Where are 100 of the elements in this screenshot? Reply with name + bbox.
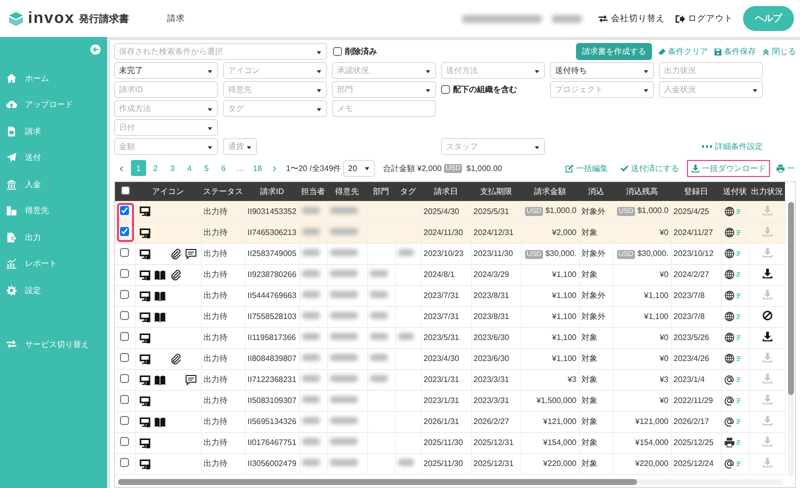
table-cell: 対象 — [579, 369, 613, 390]
monitor-icon — [139, 290, 152, 302]
table-cell: 2026/2/17 — [671, 411, 721, 432]
dropdown[interactable]: 承認状況 — [332, 62, 436, 79]
page-button[interactable]: 5 — [199, 160, 214, 176]
page-button[interactable]: 2 — [148, 160, 163, 176]
toolbar-link[interactable]: 一 — [772, 160, 796, 176]
monitor-icon — [139, 332, 152, 344]
sidebar-item[interactable]: 設定 — [0, 277, 107, 304]
header-link[interactable]: 会社切り替え — [598, 12, 665, 24]
sidebar-item[interactable]: 得意先 — [0, 198, 107, 224]
dropdown[interactable]: 未完了 — [114, 62, 218, 79]
caret-icon — [316, 48, 322, 54]
sidebar-item[interactable]: 請求 — [0, 118, 107, 144]
sidebar-item[interactable]: 送付 — [0, 144, 107, 171]
toolbar-link[interactable]: 送付済にする — [616, 160, 683, 176]
toolbar-link[interactable]: 一括編集 — [561, 160, 612, 176]
checkbox[interactable] — [333, 47, 342, 56]
sidebar-item[interactable]: レポート — [0, 250, 107, 277]
filter-link[interactable]: 条件保存 — [714, 46, 756, 57]
table-cell: ¥0 — [613, 390, 671, 411]
page-button[interactable]: 18 — [250, 160, 265, 176]
dropdown[interactable]: 作成方法 — [114, 100, 218, 117]
dropdown[interactable]: タグ — [223, 100, 327, 117]
table-cell: 2023/1/31 — [421, 390, 471, 411]
status-mark-icon — [736, 439, 740, 446]
sidebar-item[interactable]: ホーム — [0, 65, 107, 92]
dropdown[interactable]: 金額 — [114, 138, 218, 155]
table-cell: 対象 — [579, 411, 613, 432]
table-cell: 対象外 — [579, 306, 613, 327]
filter-link[interactable]: 閉じる — [762, 46, 796, 57]
sidebar-item[interactable]: サービス切り替え — [0, 332, 107, 358]
advanced-settings-link[interactable]: 詳細条件設定 — [702, 141, 763, 152]
row-checkbox[interactable] — [120, 416, 130, 425]
nav-link[interactable]: 請求 — [166, 12, 185, 24]
checkbox-label[interactable]: 配下の組織を含む — [453, 84, 517, 95]
paperclip-icon — [170, 268, 182, 280]
table-cell: 出力待 — [201, 453, 245, 474]
row-checkbox[interactable] — [120, 290, 130, 299]
next-page-button[interactable]: › — [267, 160, 282, 176]
previous-page-button[interactable]: ‹ — [114, 160, 129, 176]
help-button[interactable]: ヘルプ — [743, 6, 794, 31]
table-cell: 2023/3/31 — [471, 369, 521, 390]
sidebar-item[interactable]: アップロード — [0, 92, 107, 118]
table-cell: 出力待 — [201, 432, 245, 453]
status-mark-icon — [736, 376, 740, 383]
input-field[interactable]: 請求ID — [114, 81, 218, 98]
row-checkbox[interactable] — [120, 269, 130, 278]
table-cell: II2583749005 — [245, 243, 299, 264]
monitor-icon — [139, 226, 152, 238]
settings-icon — [6, 284, 17, 296]
row-checkbox[interactable] — [120, 248, 130, 257]
create-invoice-button[interactable]: 請求書を作成する — [576, 43, 652, 60]
row-checkbox[interactable] — [120, 206, 130, 215]
checkbox-label[interactable]: 削除済み — [345, 46, 377, 57]
table-cell: 2025/4/25 — [671, 201, 721, 222]
vertical-scrollbar[interactable] — [788, 202, 794, 477]
row-checkbox[interactable] — [120, 395, 130, 404]
filter-link[interactable]: 条件クリア — [658, 46, 708, 57]
checkbox[interactable] — [441, 85, 450, 94]
page-size-dropdown[interactable]: 20 — [343, 160, 376, 176]
page-button[interactable]: 3 — [165, 160, 180, 176]
header-link[interactable]: ログアウト — [675, 12, 733, 24]
page-button[interactable]: 6 — [216, 160, 231, 176]
page-button[interactable]: … — [233, 160, 248, 176]
status-mark-icon — [736, 418, 740, 425]
row-checkbox[interactable] — [120, 353, 130, 362]
row-checkbox[interactable] — [120, 458, 130, 467]
input-field[interactable]: メモ — [332, 100, 436, 117]
logo-text: invox — [28, 10, 75, 28]
sidebar-item[interactable]: 入金 — [0, 171, 107, 198]
sidebar-item[interactable]: 出力 — [0, 224, 107, 250]
caret-icon — [643, 68, 649, 74]
row-checkbox[interactable] — [120, 374, 130, 383]
dropdown[interactable]: 日付 — [114, 119, 218, 136]
page-button[interactable]: 1 — [131, 160, 146, 176]
page-button[interactable]: 4 — [182, 160, 197, 176]
dropdown[interactable]: 送付方法 — [441, 62, 545, 79]
select-all-checkbox[interactable] — [120, 186, 130, 195]
dropdown[interactable]: 保存された検索条件から選択 — [114, 43, 327, 60]
row-checkbox[interactable] — [120, 311, 130, 320]
dropdown[interactable]: スタッフ — [441, 138, 545, 155]
dropdown[interactable]: プロジェクト — [550, 81, 654, 98]
row-checkbox[interactable] — [120, 332, 130, 341]
dropdown[interactable]: 送付待ち — [550, 62, 654, 79]
dropdown[interactable]: 入金状況 — [659, 81, 763, 98]
dropdown[interactable]: 部門 — [332, 81, 436, 98]
table-cell: 出力待 — [201, 327, 245, 348]
row-checkbox[interactable] — [120, 437, 130, 446]
dropdown[interactable]: 通貨 — [223, 138, 257, 155]
toolbar-link[interactable]: 一括ダウンロード — [687, 160, 770, 176]
caret-icon — [534, 68, 540, 74]
horizontal-scrollbar[interactable] — [118, 479, 783, 485]
row-checkbox[interactable] — [120, 227, 130, 236]
dropdown[interactable]: 得意先 — [223, 81, 327, 98]
collapse-button[interactable] — [90, 44, 101, 55]
dropdown[interactable]: アイコン — [223, 62, 327, 79]
column-header: 請求ID — [245, 182, 299, 201]
table-cell: ¥1,500,000 — [521, 390, 579, 411]
input-field[interactable]: 出力状況 — [659, 62, 763, 79]
